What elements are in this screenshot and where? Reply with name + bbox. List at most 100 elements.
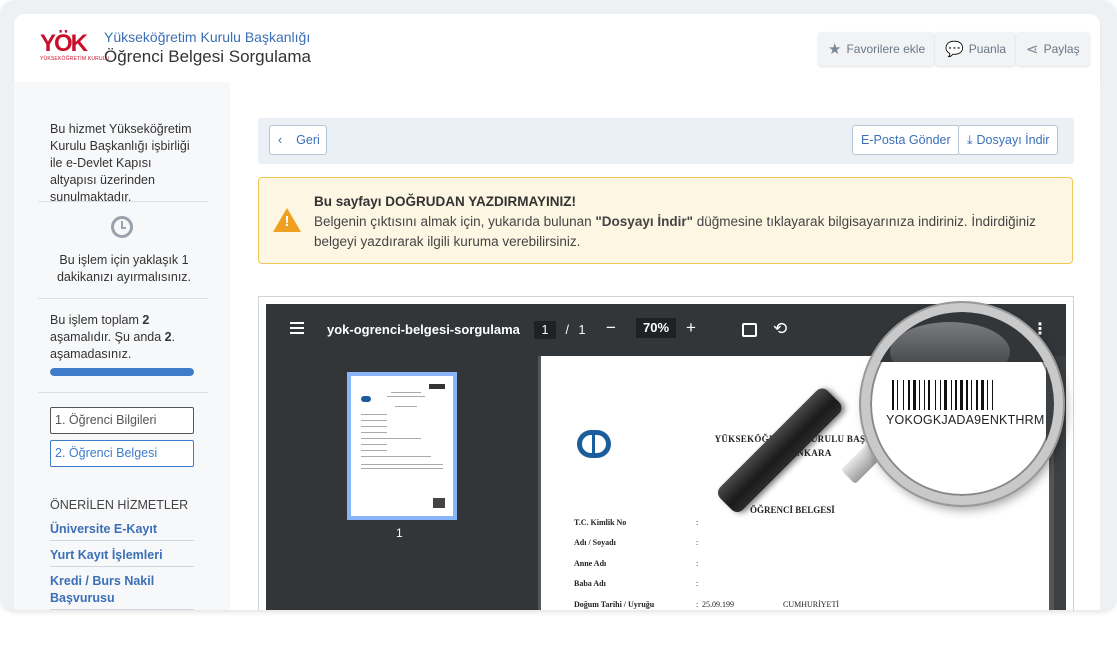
rate-button[interactable]: 💬 Puanla [935, 32, 1017, 66]
print-warning-alert: ! Bu sayfayı DOĞRUDAN YAZDIRMAYINIZ! Bel… [258, 177, 1073, 264]
thumbnail-page [351, 376, 453, 516]
doc-field-label: Doğum Tarihi / Uyruğu [574, 600, 655, 609]
thumb-barcode [429, 384, 445, 389]
step-student-certificate[interactable]: 2. Öğrenci Belgesi [50, 440, 194, 467]
zoom-level: 70% [636, 318, 676, 338]
pdf-thumbnail-panel: 1 [266, 356, 538, 610]
fit-page-icon[interactable] [742, 323, 757, 337]
progress-fill [50, 368, 194, 376]
pdf-page-thumbnail[interactable] [347, 372, 457, 520]
warning-title: Bu sayfayı DOĞRUDAN YAZDIRMAYINIZ! [314, 194, 577, 209]
logo-part [592, 435, 595, 453]
favorite-button[interactable]: ★ Favorilere ekle [818, 32, 936, 66]
barcode-bar [992, 380, 993, 410]
magnified-scrollbar [1046, 362, 1054, 496]
page-title: Öğrenci Belgesi Sorgulama [104, 47, 311, 66]
magnified-more-icon: ⋮ [1038, 326, 1054, 343]
download-button[interactable]: ⤓ Dosyayı İndir [958, 125, 1059, 155]
doc-field-colon: : [696, 538, 699, 547]
thumb-line [361, 414, 387, 415]
share-label: Paylaş [1043, 42, 1080, 56]
email-label: E-Posta Gönder [861, 133, 951, 147]
pdf-page-indicator: 1 / 1 [534, 321, 585, 339]
logo-mark: YÖK [40, 30, 88, 57]
doc-field-label: Anne Adı [574, 559, 607, 568]
pdf-page-input[interactable]: 1 [534, 321, 556, 339]
step-current: 2 [164, 330, 172, 344]
download-icon: ⤓ [967, 132, 973, 147]
action-toolbar: ‹ Geri E-Posta Gönder ⤓ Dosyayı İndir [258, 118, 1074, 164]
barcode-bar [928, 380, 930, 410]
warning-body: Belgenin çıktısını almak için, yukarıda … [314, 212, 1064, 252]
pdf-zoom-controls: − 70% + [606, 318, 706, 338]
time-estimate-text: Bu işlem için yaklaşık 1 dakikanızı ayır… [56, 253, 192, 284]
star-icon: ★ [828, 41, 842, 58]
barcode-bar [987, 380, 988, 410]
barcode-bar [897, 380, 898, 410]
doc-field-label: Baba Adı [574, 579, 606, 588]
app-frame: YÖK YÜKSEKÖĞRETİM KURULU Yükseköğretim K… [0, 0, 1117, 610]
step-progress-bar [50, 368, 194, 376]
zoom-in-icon[interactable]: + [686, 318, 706, 338]
email-button[interactable]: E-Posta Gönder [852, 125, 960, 155]
thumb-line [361, 468, 443, 469]
doc-field-colon: : [696, 600, 699, 609]
thumb-line [361, 420, 387, 421]
chevron-left-icon: ‹ [278, 133, 283, 147]
barcode-bar [960, 380, 963, 410]
lens-shine [890, 322, 1010, 382]
barcode-bar [940, 380, 941, 410]
warning-text: Belgenin çıktısını almak için, yukarıda … [314, 214, 596, 229]
magnified-view: ⋮ YOKOGKJADA9ENKTHRM [870, 312, 1054, 496]
chat-icon: 💬 [945, 41, 964, 58]
sidebar-divider [38, 392, 208, 393]
barcode-bar [908, 380, 910, 410]
menu-icon[interactable] [290, 322, 304, 334]
recommended-link[interactable]: Yurt Kayıt İşlemleri [50, 547, 194, 567]
barcode-bar [976, 380, 978, 410]
sidebar-divider [38, 298, 208, 299]
recommended-link[interactable]: Kredi / Burs Nakil Başvurusu [50, 573, 194, 610]
doc-field-colon: : [696, 559, 699, 568]
sidebar-divider [38, 201, 208, 202]
yok-logo[interactable]: YÖK YÜKSEKÖĞRETİM KURULU [40, 30, 110, 64]
share-icon: ⋖ [1026, 41, 1039, 58]
logo-subtext: YÜKSEKÖĞRETİM KURULU [40, 56, 110, 62]
org-title: Yükseköğretim Kurulu Başkanlığı [104, 29, 311, 45]
step-student-info[interactable]: 1. Öğrenci Bilgileri [50, 407, 194, 434]
share-button[interactable]: ⋖ Paylaş [1016, 32, 1090, 66]
rotate-icon[interactable]: ⟲ [773, 319, 787, 339]
thumb-line [361, 464, 443, 465]
barcode-bar [913, 380, 916, 410]
barcode-bar [981, 380, 984, 410]
step-info-text: Bu işlem toplam 2 aşamalıdır. Şu anda 2.… [50, 312, 200, 363]
thumb-logo [361, 396, 371, 402]
doc-field-label: T.C. Kimlik No [574, 518, 627, 527]
barcode-bar [951, 380, 952, 410]
barcode-bar [944, 380, 947, 410]
page-header: YÖK YÜKSEKÖĞRETİM KURULU Yükseköğretim K… [14, 14, 1100, 82]
barcode-bar [971, 380, 972, 410]
barcode-bar [924, 380, 925, 410]
thumb-line [395, 406, 417, 407]
favorite-label: Favorilere ekle [846, 42, 926, 56]
sidebar: Bu hizmet Yükseköğretim Kurulu Başkanlığ… [14, 82, 230, 610]
thumb-line [361, 438, 421, 439]
barcode-bar [966, 380, 968, 410]
back-label: Geri [296, 133, 320, 147]
barcode-text: YOKOGKJADA9ENKTHRM [886, 413, 1045, 427]
doc-field-colon: : [696, 518, 699, 527]
magnifying-glass-icon: ⋮ YOKOGKJADA9ENKTHRM [861, 303, 1063, 505]
thumb-line [361, 432, 387, 433]
barcode-bar [955, 380, 957, 410]
thumb-line [387, 396, 425, 397]
barcode-bar [919, 380, 920, 410]
barcode-bar [935, 380, 936, 410]
back-button[interactable]: ‹ Geri [269, 125, 327, 155]
warning-icon-mark: ! [284, 213, 290, 230]
pdf-page-total: 1 [578, 323, 586, 337]
service-info-text: Bu hizmet Yükseköğretim Kurulu Başkanlığ… [50, 122, 192, 204]
recommended-link[interactable]: Üniversite E-Kayıt [50, 521, 194, 541]
download-label: Dosyayı İndir [976, 133, 1050, 147]
zoom-out-icon[interactable]: − [606, 318, 626, 338]
